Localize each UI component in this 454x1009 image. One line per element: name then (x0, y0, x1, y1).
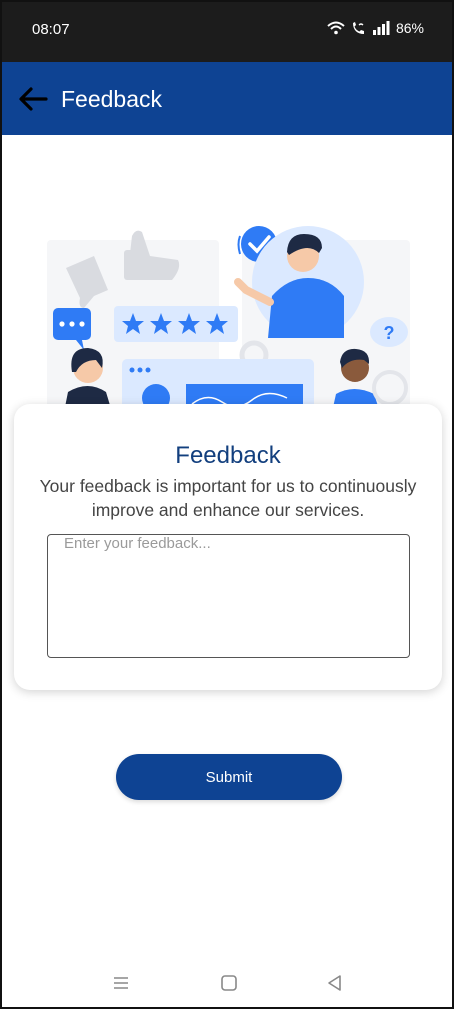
arrow-left-icon[interactable] (18, 86, 48, 112)
home-icon[interactable] (217, 972, 241, 994)
question-bubble-icon: ? (370, 317, 408, 347)
system-nav-bar (2, 964, 452, 1004)
status-bar: 08:07 86% (2, 2, 452, 62)
back-icon[interactable] (323, 972, 347, 994)
svg-text:?: ? (384, 323, 395, 343)
status-time: 08:07 (32, 21, 70, 38)
card-description: Your feedback is important for us to con… (39, 476, 417, 520)
card-title: Feedback (175, 442, 281, 469)
feedback-card: Feedback Your feedback is important for … (14, 404, 442, 690)
submit-button[interactable]: Submit (116, 754, 342, 800)
phone-screen: 08:07 86% Feedback ? Feedback Your feedb… (0, 0, 454, 1009)
recent-apps-icon[interactable] (109, 972, 133, 994)
status-icons: 86% (327, 20, 424, 36)
battery-level: 86% (395, 20, 424, 36)
feedback-input[interactable] (47, 534, 410, 658)
signal-icon (372, 21, 390, 35)
app-bar: Feedback (2, 62, 452, 135)
rating-stars-icon (114, 306, 238, 342)
page-title: Feedback (61, 86, 163, 112)
feedback-illustration: ? (47, 226, 410, 412)
wifi-call-icon (352, 22, 364, 34)
wifi-icon (327, 21, 345, 35)
